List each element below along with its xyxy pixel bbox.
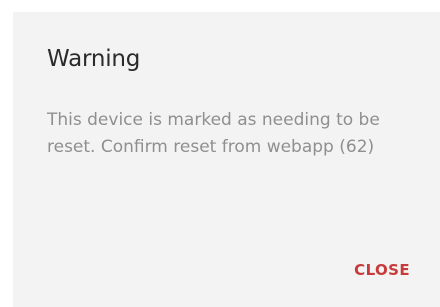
screen: Warning This device is marked as needing… [0,0,440,307]
dialog-message: This device is marked as needing to be r… [47,110,380,157]
dialog-title: Warning [47,46,141,72]
warning-dialog: Warning This device is marked as needing… [13,12,440,307]
close-button[interactable]: CLOSE [354,261,410,279]
